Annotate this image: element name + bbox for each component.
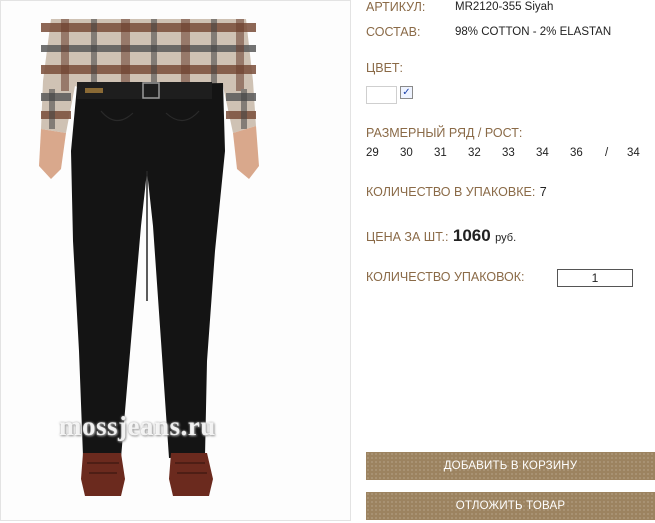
price-label: ЦЕНА ЗА ШТ.: — [366, 230, 449, 244]
sku-label: АРТИКУЛ: — [366, 0, 426, 14]
pack-qty-value: 7 — [539, 185, 547, 199]
size-item: 34 — [536, 147, 549, 159]
size-list: 29 30 31 32 33 34 36 / 34 — [366, 147, 640, 159]
size-item: 29 — [366, 147, 379, 159]
pack-qty: КОЛИЧЕСТВО В УПАКОВКЕ: 7 — [366, 183, 547, 201]
color-label: ЦВЕТ: — [366, 61, 404, 75]
size-item: 33 — [502, 147, 515, 159]
pack-qty-label: КОЛИЧЕСТВО В УПАКОВКЕ: — [366, 185, 536, 199]
price: ЦЕНА ЗА ШТ.: 1060 руб. — [366, 226, 516, 246]
color-checkbox[interactable]: ✓ — [400, 86, 413, 99]
sku-value: MR2120-355 Siyah — [455, 1, 554, 13]
size-item: 31 — [434, 147, 447, 159]
postpone-item-button[interactable]: ОТЛОЖИТЬ ТОВАР — [366, 492, 655, 520]
size-item: 32 — [468, 147, 481, 159]
composition-label: СОСТАВ: — [366, 25, 421, 39]
size-item: 36 — [570, 147, 583, 159]
size-separator: / — [605, 147, 609, 159]
price-value: 1060 — [452, 226, 491, 245]
composition-value: 98% COTTON - 2% ELASTAN — [455, 26, 612, 38]
color-swatch[interactable] — [366, 86, 397, 104]
add-to-cart-button[interactable]: ДОБАВИТЬ В КОРЗИНУ — [366, 452, 655, 480]
size-item: 30 — [400, 147, 413, 159]
price-currency: руб. — [495, 232, 517, 244]
packs-label: КОЛИЧЕСТВО УПАКОВОК: — [366, 270, 525, 284]
product-image — [1, 1, 350, 520]
size-label: РАЗМЕРНЫЙ РЯД / РОСТ: — [366, 126, 523, 140]
product-photo[interactable]: mossjeans.ru — [0, 0, 351, 521]
height-item: 34 — [627, 147, 640, 159]
packs-quantity-input[interactable] — [557, 269, 633, 287]
watermark: mossjeans.ru — [59, 411, 216, 441]
